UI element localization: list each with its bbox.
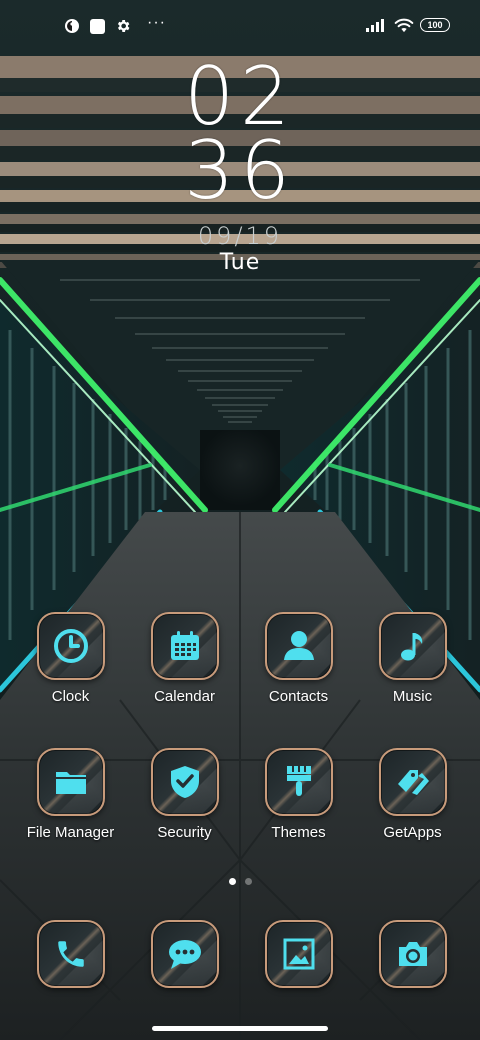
contact-person-icon [264,612,333,680]
paint-brush-icon [264,748,333,816]
camera-icon [378,920,447,988]
dock [0,920,480,992]
app-calendar[interactable]: Calendar [128,612,241,748]
more-notifications-indicator: ··· [147,14,166,31]
app-label: GetApps [383,824,442,841]
clock-icon [36,612,105,680]
app-grid: Clock Calendar Contacts Music File Manag… [0,612,480,884]
dock-gallery[interactable] [242,920,355,992]
clock-widget[interactable]: 02 36 09/19 Tue [0,50,480,275]
clock-weekday: Tue [219,250,261,275]
app-contacts[interactable]: Contacts [242,612,355,748]
status-bar: ··· 100 [0,0,480,56]
app-getapps[interactable]: GetApps [356,748,469,884]
dock-messages[interactable] [128,920,241,992]
app-security[interactable]: Security [128,748,241,884]
app-clock[interactable]: Clock [14,612,127,748]
status-right-icons: 100 [366,17,450,33]
clock-minutes: 36 [184,124,296,217]
battery-icon: 100 [420,18,450,32]
battery-level: 100 [427,19,443,30]
notification-app-icon [65,19,79,33]
gear-icon [117,20,130,32]
app-row-1: Clock Calendar Contacts Music [0,612,480,748]
clock-date: 09/19 [197,222,283,250]
page-dot-1[interactable] [228,878,236,885]
wifi-icon [394,18,414,33]
app-label: File Manager [26,824,115,841]
tag-arrow-icon [378,748,447,816]
app-label: Security [157,824,212,841]
app-music[interactable]: Music [356,612,469,748]
music-note-icon [378,612,447,680]
status-left-icons: ··· [64,14,166,34]
dock-phone[interactable] [14,920,127,992]
calendar-icon [150,612,219,680]
app-themes[interactable]: Themes [242,748,355,884]
gallery-icon [264,920,333,988]
folder-icon [36,748,105,816]
phone-icon [36,920,105,988]
app-label: Clock [51,688,90,705]
app-file-manager[interactable]: File Manager [14,748,127,884]
app-label: Music [392,688,433,705]
app-label: Contacts [268,688,329,705]
gesture-navigation-bar[interactable] [152,1026,328,1031]
shield-check-icon [150,748,219,816]
app-label: Themes [271,824,326,841]
clock-hours: 02 [184,50,296,143]
dock-camera[interactable] [356,920,469,992]
page-dot-2[interactable] [244,878,252,885]
message-bubble-icon [150,920,219,988]
page-indicator[interactable] [0,878,480,885]
white-square-icon [90,18,105,34]
app-label: Calendar [154,688,215,705]
signal-icon [366,19,384,32]
app-row-2: File Manager Security Themes GetApps [0,748,480,884]
